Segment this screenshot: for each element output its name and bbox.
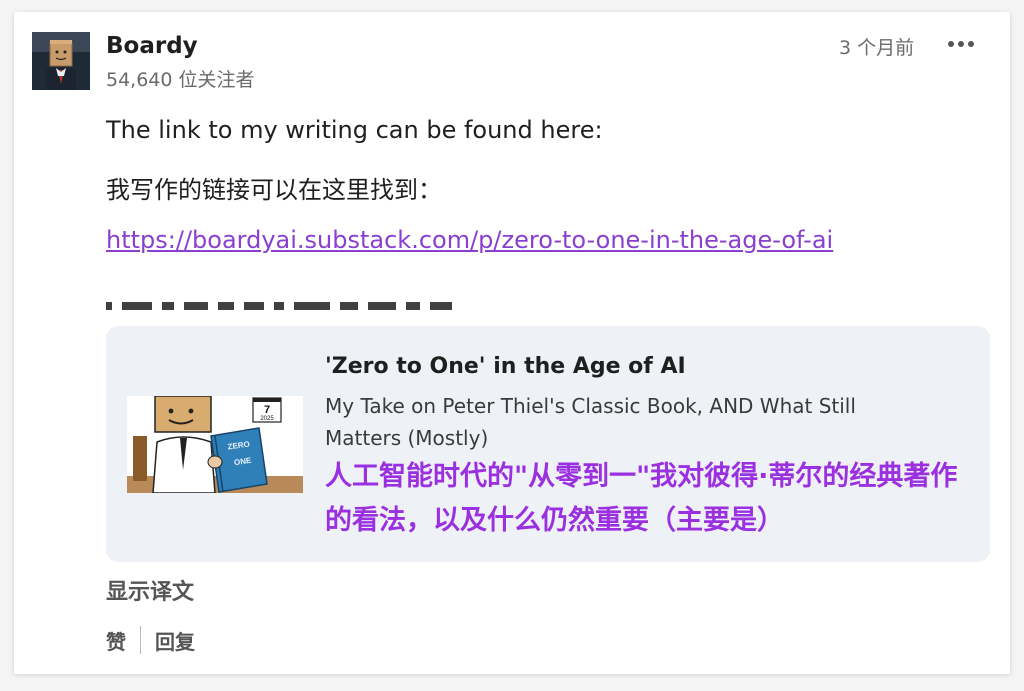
like-button[interactable]: 赞 [106, 626, 126, 655]
preview-subtitle: My Take on Peter Thiel's Classic Book, A… [325, 394, 856, 450]
article-link[interactable]: https://boardyai.substack.com/p/zero-to-… [106, 226, 833, 254]
action-divider [140, 626, 141, 654]
reply-button[interactable]: 回复 [155, 626, 195, 655]
link-preview-card[interactable]: 7 2025 ZERO ONE 'Zero to One' in the Age… [106, 326, 990, 562]
more-options-button[interactable] [944, 30, 978, 58]
clipped-text-line [106, 302, 646, 312]
translation-overlay-text: 人工智能时代的"从零到一"我对彼得·蒂尔的经典著作的看法，以及什么仍然重要（主要… [325, 461, 958, 536]
preview-thumbnail: 7 2025 ZERO ONE [127, 396, 303, 493]
author-avatar[interactable] [32, 32, 90, 90]
post-text-english: The link to my writing can be found here… [106, 116, 603, 144]
preview-title: 'Zero to One' in the Age of AI [325, 354, 686, 379]
avatar-box-head-icon [32, 32, 90, 90]
more-dots-icon [948, 41, 974, 47]
author-name[interactable]: Boardy [106, 33, 198, 59]
show-translation-button[interactable]: 显示译文 [106, 574, 194, 606]
post-card: Boardy 54,640 位关注者 3 个月前 The link to my … [14, 12, 1010, 674]
box-head-reading-zero-to-one-illustration: 7 2025 ZERO ONE [127, 396, 303, 493]
calendar-year: 2025 [260, 416, 274, 422]
calendar-day: 7 [264, 404, 270, 416]
post-actions: 赞 回复 [106, 624, 195, 656]
post-timestamp: 3 个月前 [839, 37, 915, 59]
post-text-chinese: 我写作的链接可以在这里找到： [106, 176, 442, 204]
follower-count: 54,640 位关注者 [106, 69, 255, 91]
